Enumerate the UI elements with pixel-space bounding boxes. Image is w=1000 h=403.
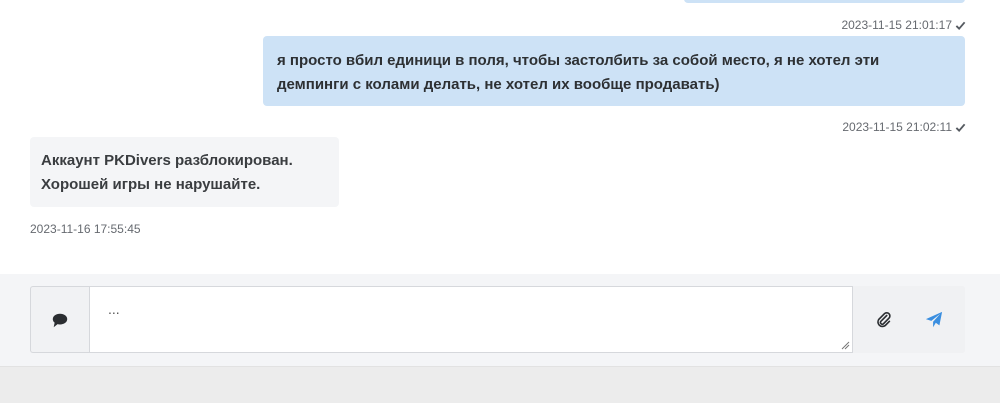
message-meta: 2023-11-15 21:02:11 <box>842 120 966 134</box>
send-button[interactable] <box>919 305 949 335</box>
chat-history: 2023-11-15 21:01:17 я просто вбил единиц… <box>0 0 1000 274</box>
resize-grip-icon[interactable] <box>840 340 850 350</box>
paper-plane-icon <box>925 311 943 327</box>
message-meta: 2023-11-15 21:01:17 <box>841 18 966 32</box>
message-line: Хорошей игры не нарушайте. <box>41 176 261 193</box>
read-check-icon <box>955 21 966 30</box>
message-text: я просто вбил единици в поля, чтобы заст… <box>277 52 880 93</box>
message-timestamp: 2023-11-16 17:55:45 <box>30 222 141 236</box>
composer <box>30 286 965 353</box>
message-timestamp: 2023-11-15 21:02:11 <box>842 120 952 134</box>
outgoing-message: я просто вбил единици в поля, чтобы заст… <box>263 36 965 106</box>
comment-icon <box>52 313 68 327</box>
composer-actions <box>853 286 965 353</box>
attach-button[interactable] <box>869 305 899 335</box>
previous-message-bubble <box>684 0 965 3</box>
message-line: Аккаунт PKDivers разблокирован. <box>41 152 293 169</box>
page-footer <box>0 366 1000 403</box>
incoming-message: Аккаунт PKDivers разблокирован. Хорошей … <box>30 137 339 207</box>
composer-bar <box>0 274 1000 366</box>
message-input-wrapper <box>89 286 853 353</box>
comment-addon <box>30 286 89 353</box>
read-check-icon <box>955 123 966 132</box>
message-timestamp: 2023-11-15 21:01:17 <box>841 18 952 32</box>
message-input[interactable] <box>90 287 852 352</box>
paperclip-icon <box>877 311 891 327</box>
